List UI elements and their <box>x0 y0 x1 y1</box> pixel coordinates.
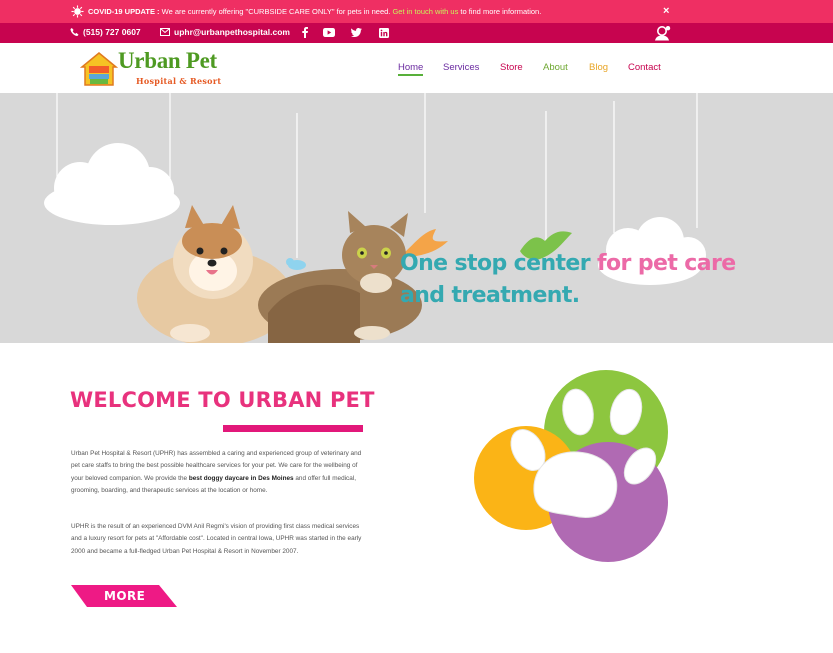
more-button-label: MORE <box>104 589 146 603</box>
youtube-link[interactable] <box>322 26 335 39</box>
hero-headline-part1: One stop center <box>400 251 591 276</box>
facebook-link[interactable] <box>298 26 311 39</box>
cloud-left <box>44 143 180 225</box>
welcome-divider <box>223 425 363 432</box>
facebook-icon <box>301 27 308 38</box>
nav-about[interactable]: About <box>543 62 568 73</box>
para1-bold: best doggy daycare in Des Moines <box>188 474 294 482</box>
logo-subtitle: Hospital & Resort <box>136 76 222 86</box>
envelope-icon <box>160 28 170 36</box>
site-header: Urban Pet Hospital & Resort Home Service… <box>0 43 833 93</box>
covid-text: We are currently offering "CURBSIDE CARE… <box>159 7 393 16</box>
covid-message: COVID-19 UPDATE : We are currently offer… <box>88 7 541 16</box>
logo-brand-text: Urban Pet <box>118 48 217 73</box>
covid-tail: to find more information. <box>458 7 542 16</box>
hero-headline-line2: and treatment. <box>400 283 580 308</box>
nav-home[interactable]: Home <box>398 62 423 73</box>
page: COVID-19 UPDATE : We are currently offer… <box>0 0 833 653</box>
paw-logo <box>474 370 668 562</box>
phone-icon <box>70 27 79 37</box>
twitter-link[interactable] <box>350 26 363 39</box>
more-button[interactable]: MORE <box>71 585 177 607</box>
covid-banner: COVID-19 UPDATE : We are currently offer… <box>0 0 833 23</box>
linkedin-link[interactable] <box>377 26 390 39</box>
blue-bird <box>286 258 306 270</box>
welcome-title: WELCOME TO URBAN PET <box>70 388 375 412</box>
site-logo[interactable]: Urban Pet Hospital & Resort <box>80 48 240 88</box>
email-link[interactable]: uphr@urbanpethospital.com <box>160 27 290 37</box>
nav-store[interactable]: Store <box>500 62 523 73</box>
linkedin-icon <box>378 27 389 38</box>
twitter-icon <box>351 28 362 37</box>
hero-banner: One stop center for pet care and treatme… <box>0 93 833 343</box>
phone-link[interactable]: (515) 727 0607 <box>70 27 141 37</box>
virus-icon <box>71 5 84 18</box>
hero-headline: One stop center for pet care and treatme… <box>400 248 736 312</box>
hero-headline-part2: for pet care <box>590 251 736 276</box>
user-profile-icon[interactable] <box>654 25 672 41</box>
youtube-icon <box>322 28 335 37</box>
house-logo-icon <box>80 52 118 86</box>
covid-contact-link[interactable]: Get in touch with us <box>392 7 458 16</box>
welcome-paragraph-1: Urban Pet Hospital & Resort (UPHR) has a… <box>71 448 371 498</box>
contact-bar: (515) 727 0607 uphr@urbanpethospital.com <box>0 23 833 43</box>
covid-lead: COVID-19 UPDATE : <box>88 7 160 16</box>
email-address: uphr@urbanpethospital.com <box>174 27 290 37</box>
nav-services[interactable]: Services <box>443 62 479 73</box>
nav-active-indicator <box>398 74 423 76</box>
nav-contact[interactable]: Contact <box>628 62 661 73</box>
nav-blog[interactable]: Blog <box>589 62 608 73</box>
welcome-paragraph-2: UPHR is the result of an experienced DVM… <box>71 523 362 555</box>
phone-number: (515) 727 0607 <box>83 27 141 37</box>
close-banner-button[interactable]: × <box>663 5 669 17</box>
